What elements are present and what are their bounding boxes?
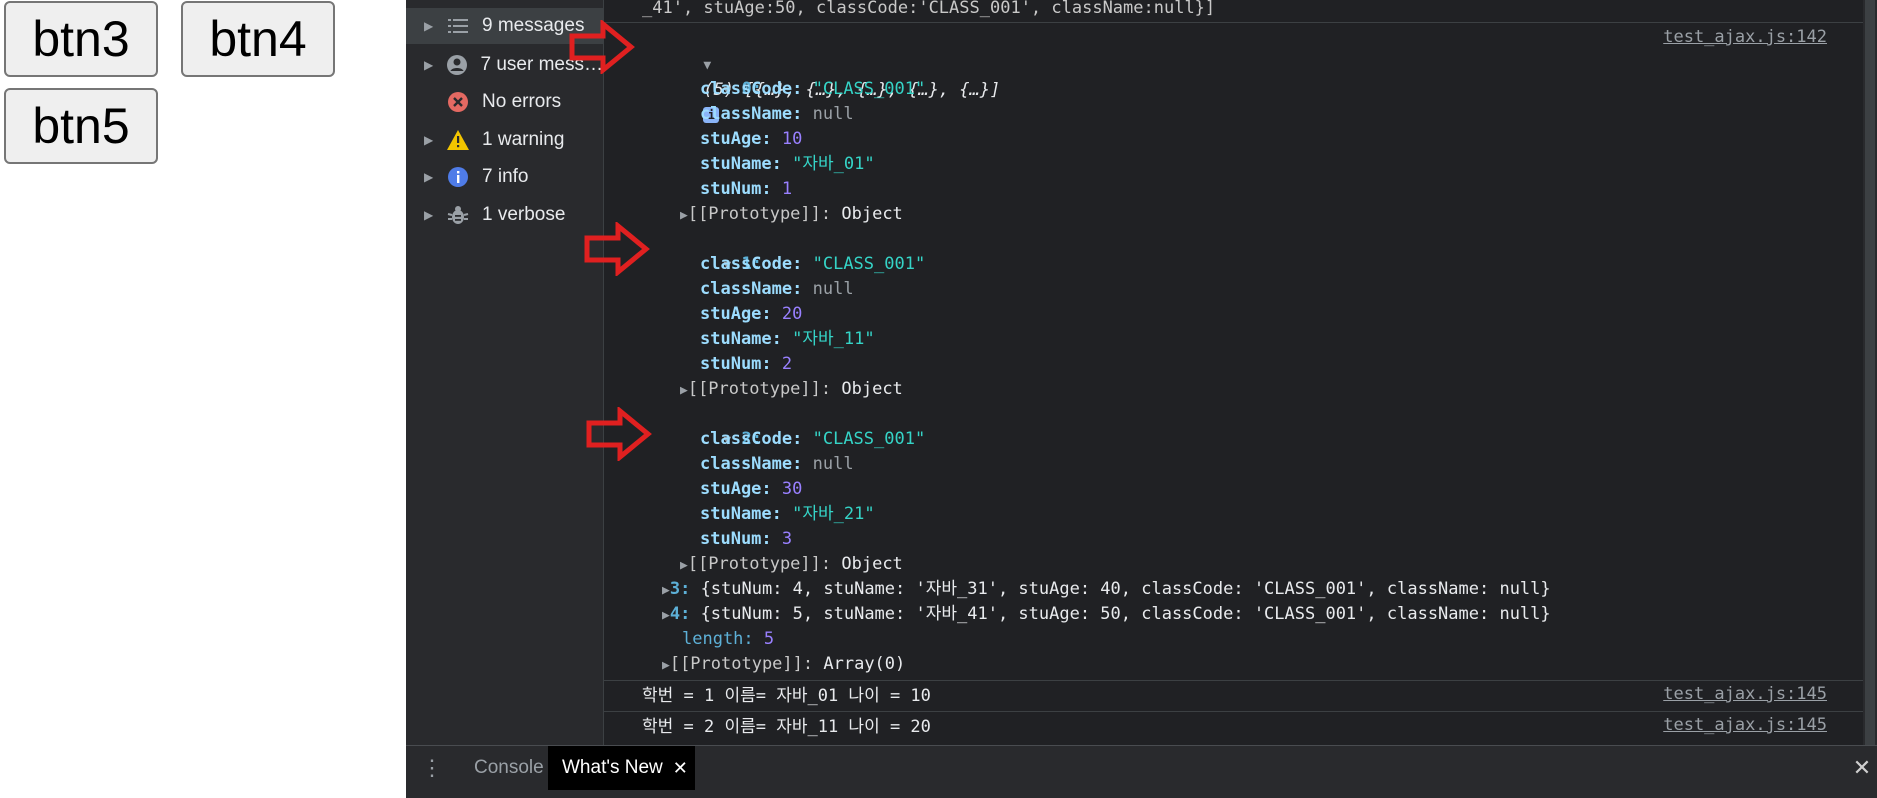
- page-content: btn3 btn4 btn5: [0, 0, 406, 797]
- btn3-button[interactable]: btn3: [4, 1, 158, 77]
- property-row: stuNum: 2: [700, 354, 793, 374]
- property-row: stuName: "자바_01": [700, 154, 875, 174]
- scrollbar-thumb[interactable]: [1865, 0, 1875, 745]
- sidebar-item-label: 7 info: [482, 166, 529, 187]
- property-row: stuNum: 1: [700, 179, 793, 199]
- list-icon: [446, 14, 470, 38]
- property-row: stuAge: 30: [700, 479, 803, 499]
- object-3-collapsed[interactable]: ▶3: {stuNum: 4, stuName: '자바_31', stuAge…: [662, 577, 1551, 602]
- sidebar-item-warnings[interactable]: ▶ 1 warning: [406, 122, 603, 158]
- expand-triangle-icon[interactable]: ▶: [424, 58, 436, 72]
- sidebar-item-info[interactable]: ▶ 7 info: [406, 159, 603, 195]
- prototype-row[interactable]: ▶[[Prototype]]: Object: [680, 552, 903, 577]
- object-0-header[interactable]: ▼ 0:: [662, 52, 762, 99]
- property-row: classCode: "CLASS_001": [700, 429, 926, 449]
- expand-triangle-icon: ▶: [662, 583, 670, 598]
- tab-whats-new[interactable]: What's New ✕: [548, 746, 695, 790]
- console-output: _41', stuAge:50, classCode:'CLASS_001', …: [604, 0, 1877, 745]
- log-separator: [604, 22, 1877, 23]
- property-row: classCode: "CLASS_001": [700, 79, 926, 99]
- more-options-icon[interactable]: ⋮: [421, 746, 443, 790]
- tab-console[interactable]: Console: [464, 746, 554, 790]
- red-arrow-icon: [569, 20, 635, 74]
- expand-triangle-icon[interactable]: ▶: [424, 208, 436, 222]
- source-link[interactable]: test_ajax.js:145: [1663, 715, 1827, 735]
- close-icon[interactable]: ✕: [673, 758, 688, 779]
- red-arrow-icon: [586, 407, 652, 461]
- console-sidebar: ▶ 9 messages ▶ 7 user mess… ▶ No errors …: [406, 0, 604, 745]
- close-drawer-icon[interactable]: ✕: [1851, 746, 1873, 790]
- prototype-row[interactable]: ▶[[Prototype]]: Object: [680, 377, 903, 402]
- property-row: stuAge: 10: [700, 129, 803, 149]
- expand-triangle-icon[interactable]: ▶: [424, 170, 436, 184]
- property-row: stuName: "자바_11": [700, 329, 875, 349]
- expand-triangle-icon: ▶: [680, 208, 688, 223]
- tab-label: What's New: [562, 757, 663, 778]
- sidebar-item-errors[interactable]: ▶ No errors: [406, 84, 603, 120]
- user-icon: [446, 53, 469, 77]
- error-icon: [446, 90, 470, 114]
- log-separator: [604, 680, 1877, 681]
- sidebar-item-label: No errors: [482, 91, 562, 112]
- property-row: className: null: [700, 104, 854, 124]
- object-4-collapsed[interactable]: ▶4: {stuNum: 5, stuName: '자바_41', stuAge…: [662, 602, 1551, 627]
- bug-icon: [446, 203, 470, 227]
- property-row: stuAge: 20: [700, 304, 803, 324]
- property-row: stuName: "자바_21": [700, 504, 875, 524]
- property-row: classCode: "CLASS_001": [700, 254, 926, 274]
- source-link[interactable]: test_ajax.js:145: [1663, 684, 1827, 704]
- source-link[interactable]: test_ajax.js:142: [1663, 27, 1827, 47]
- array-summary[interactable]: ▼ (5) [{…}, {…}, {…}, {…}, {…}] i: [642, 27, 1000, 123]
- drawer-tab-bar: ⋮ Console What's New ✕ ✕: [406, 745, 1877, 798]
- expand-triangle-icon: ▶: [680, 558, 688, 573]
- info-icon: [446, 165, 470, 189]
- expand-triangle-icon[interactable]: ▶: [424, 133, 436, 147]
- array-prototype-row[interactable]: ▶[[Prototype]]: Array(0): [662, 652, 905, 677]
- btn4-button[interactable]: btn4: [181, 1, 335, 77]
- console-scrollbar[interactable]: [1863, 0, 1877, 745]
- object-2-header[interactable]: ▼ 2:: [662, 402, 762, 449]
- expand-triangle-icon: ▶: [662, 608, 670, 623]
- truncated-log-line: _41', stuAge:50, classCode:'CLASS_001', …: [642, 0, 1216, 18]
- property-row: stuNum: 3: [700, 529, 793, 549]
- expand-triangle-icon: ▶: [662, 658, 670, 673]
- log-line: 학번 = 2 이름= 자바_11 나이 = 20: [642, 717, 931, 737]
- devtools-panel: ▶ 9 messages ▶ 7 user mess… ▶ No errors …: [406, 0, 1877, 798]
- property-row: className: null: [700, 454, 854, 474]
- log-separator: [604, 711, 1877, 712]
- expand-triangle-icon: ▶: [680, 383, 688, 398]
- sidebar-item-label: 1 verbose: [482, 204, 566, 225]
- prototype-row[interactable]: ▶[[Prototype]]: Object: [680, 202, 903, 227]
- warning-icon: [446, 128, 470, 152]
- sidebar-item-verbose[interactable]: ▶ 1 verbose: [406, 197, 603, 233]
- log-line: 학번 = 1 이름= 자바_01 나이 = 10: [642, 686, 931, 706]
- btn5-button[interactable]: btn5: [4, 88, 158, 164]
- sidebar-item-label: 1 warning: [482, 129, 565, 150]
- length-row: length: 5: [682, 629, 775, 649]
- property-row: className: null: [700, 279, 854, 299]
- object-1-header[interactable]: ▼ 1:: [662, 227, 762, 274]
- expand-triangle-icon[interactable]: ▶: [424, 19, 436, 33]
- red-arrow-icon: [584, 222, 650, 276]
